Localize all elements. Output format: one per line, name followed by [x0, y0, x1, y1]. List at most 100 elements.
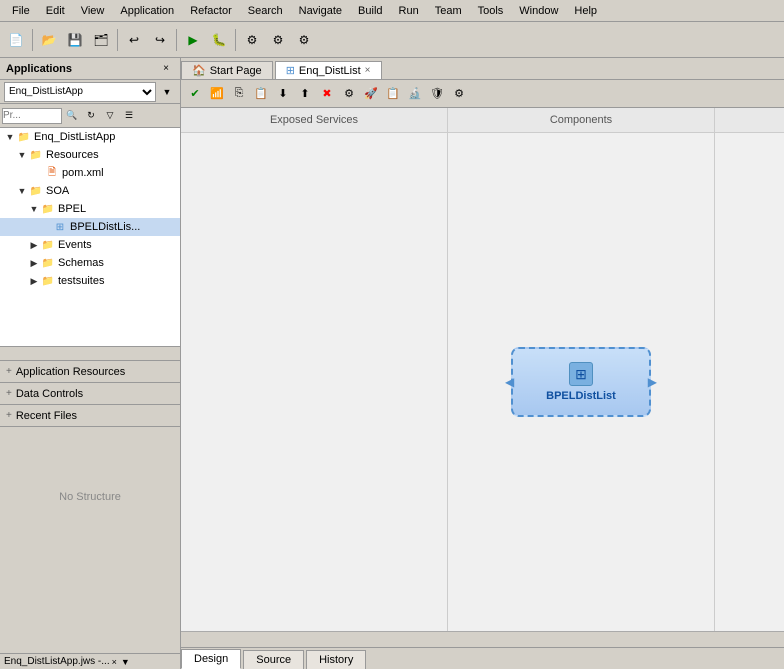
data-controls-label: Data Controls	[16, 388, 83, 400]
project-select[interactable]: Enq_DistListApp	[4, 82, 156, 102]
tree-filter-btn[interactable]: ▽	[101, 107, 119, 125]
expand-resources[interactable]: ▼	[16, 149, 28, 161]
tab-enq-distlist[interactable]: ⊞ Enq_DistList ×	[275, 61, 382, 79]
deploy3-button[interactable]: ⚙	[292, 28, 316, 52]
expand-events[interactable]: ▶	[28, 239, 40, 251]
applications-header: Applications ×	[0, 58, 180, 80]
bpel-file-icon: ⊞	[52, 219, 68, 235]
export-btn[interactable]: ⬆	[295, 84, 315, 104]
import-btn[interactable]: ⬇	[273, 84, 293, 104]
validate-btn[interactable]: ✔	[185, 84, 205, 104]
menu-build[interactable]: Build	[350, 3, 390, 19]
tab-design-label: Design	[194, 653, 228, 665]
close-panel-button[interactable]: ×	[158, 61, 174, 77]
canvas-area[interactable]: Exposed Services Components External Ref…	[181, 108, 784, 669]
test-btn[interactable]: 🔬	[405, 84, 425, 104]
save-all-button[interactable]: 🗂	[89, 28, 113, 52]
tab-enq-label: Enq_DistList	[299, 65, 361, 77]
menu-tools[interactable]: Tools	[470, 3, 512, 19]
tree-label-testsuites: testsuites	[58, 275, 104, 287]
folder-icon-soa: 📁	[28, 183, 44, 199]
app-resources-section[interactable]: + Application Resources	[0, 360, 180, 382]
tab-bar: 🏠 Start Page ⊞ Enq_DistList ×	[181, 58, 784, 80]
menu-help[interactable]: Help	[566, 3, 605, 19]
deploy2-button[interactable]: ⚙	[266, 28, 290, 52]
project-dropdown-area: Enq_DistListApp ▼	[0, 80, 180, 104]
menu-file[interactable]: File	[4, 3, 38, 19]
tab-enq-close[interactable]: ×	[365, 65, 371, 76]
recent-files-expand-icon: +	[6, 410, 12, 421]
paste-btn[interactable]: 📋	[251, 84, 271, 104]
save-button[interactable]: 💾	[63, 28, 87, 52]
bottom-file-label: Enq_DistListApp.jws -...	[4, 656, 110, 667]
expand-testsuites[interactable]: ▶	[28, 275, 40, 287]
undo-button[interactable]: ↩	[122, 28, 146, 52]
tree-label-events: Events	[58, 239, 92, 251]
tab-start-page[interactable]: 🏠 Start Page	[181, 61, 273, 79]
menu-view[interactable]: View	[73, 3, 113, 19]
recent-files-section[interactable]: + Recent Files	[0, 404, 180, 426]
wireless-btn[interactable]: 📶	[207, 84, 227, 104]
tab-source[interactable]: Source	[243, 650, 304, 669]
debug-button[interactable]: 🐛	[207, 28, 231, 52]
structure-panel: No Structure	[0, 426, 180, 653]
copy-btn[interactable]: ⎘	[229, 84, 249, 104]
tree-search-input[interactable]	[2, 108, 62, 124]
tree-search-btn[interactable]: 🔍	[63, 107, 81, 125]
bpel-node[interactable]: ⊞ BPELDistList ◀ ▶	[511, 347, 651, 417]
shield-btn[interactable]: 🛡	[427, 84, 447, 104]
tree-toolbar: 🔍 ↻ ▽ ☰	[0, 104, 180, 128]
tree-node-pom[interactable]: ▶ 🗎 pom.xml	[0, 164, 180, 182]
tree-node-schemas[interactable]: ▶ 📁 Schemas	[0, 254, 180, 272]
tree-node-testsuites[interactable]: ▶ 📁 testsuites	[0, 272, 180, 290]
expand-bpel[interactable]: ▼	[28, 203, 40, 215]
tree-node-resources[interactable]: ▼ 📁 Resources	[0, 146, 180, 164]
run-button[interactable]: ▶	[181, 28, 205, 52]
tree-node-events[interactable]: ▶ 📁 Events	[0, 236, 180, 254]
menu-search[interactable]: Search	[240, 3, 291, 19]
tree-label-resources: Resources	[46, 149, 99, 161]
tree-node-bpel[interactable]: ▼ 📁 BPEL	[0, 200, 180, 218]
deploy-button[interactable]: ⚙	[240, 28, 264, 52]
data-controls-section[interactable]: + Data Controls	[0, 382, 180, 404]
menu-refactor[interactable]: Refactor	[182, 3, 240, 19]
tree-node-soa[interactable]: ▼ 📁 SOA	[0, 182, 180, 200]
menu-window[interactable]: Window	[511, 3, 566, 19]
exposed-services-header: Exposed Services	[181, 108, 448, 133]
open-button[interactable]: 📂	[37, 28, 61, 52]
redo-button[interactable]: ↪	[148, 28, 172, 52]
tab-history-label: History	[319, 654, 353, 666]
tree-label-soa: SOA	[46, 185, 69, 197]
menu-run[interactable]: Run	[391, 3, 427, 19]
app-resources-expand-icon: +	[6, 366, 12, 377]
canvas-hscroll[interactable]	[181, 631, 784, 647]
menu-edit[interactable]: Edit	[38, 3, 73, 19]
expand-schemas[interactable]: ▶	[28, 257, 40, 269]
tree-refresh-btn[interactable]: ↻	[82, 107, 100, 125]
expand-root[interactable]: ▼	[4, 131, 16, 143]
tree-hscroll[interactable]	[0, 346, 180, 360]
canvas-header: Exposed Services Components External Ref…	[181, 108, 784, 133]
tab-design[interactable]: Design	[181, 649, 241, 669]
config-btn[interactable]: ⚙	[339, 84, 359, 104]
delete-btn[interactable]: ✖	[317, 84, 337, 104]
menu-application[interactable]: Application	[112, 3, 182, 19]
deploy-act-btn[interactable]: 🚀	[361, 84, 381, 104]
new-button[interactable]: 📄	[4, 28, 28, 52]
bottom-file-menu[interactable]: ▼	[121, 657, 130, 667]
tree-node-bpeldistlist[interactable]: ▶ ⊞ BPELDistLis...	[0, 218, 180, 236]
tab-history[interactable]: History	[306, 650, 366, 669]
tree-config-btn[interactable]: ☰	[120, 107, 138, 125]
no-structure-label: No Structure	[4, 491, 176, 503]
expand-soa[interactable]: ▼	[16, 185, 28, 197]
project-menu-button[interactable]: ▼	[158, 83, 176, 101]
main-toolbar: 📄 📂 💾 🗂 ↩ ↪ ▶ 🐛 ⚙ ⚙ ⚙	[0, 22, 784, 58]
bottom-file-tab: Enq_DistListApp.jws -... × ▼	[0, 653, 180, 669]
bottom-file-close[interactable]: ×	[112, 657, 117, 667]
bpel-node-arrow-left: ◀	[505, 375, 514, 389]
props-btn[interactable]: 📋	[383, 84, 403, 104]
tree-node-root[interactable]: ▼ 📁 Enq_DistListApp	[0, 128, 180, 146]
menu-navigate[interactable]: Navigate	[291, 3, 350, 19]
gear-btn[interactable]: ⚙	[449, 84, 469, 104]
menu-team[interactable]: Team	[427, 3, 470, 19]
